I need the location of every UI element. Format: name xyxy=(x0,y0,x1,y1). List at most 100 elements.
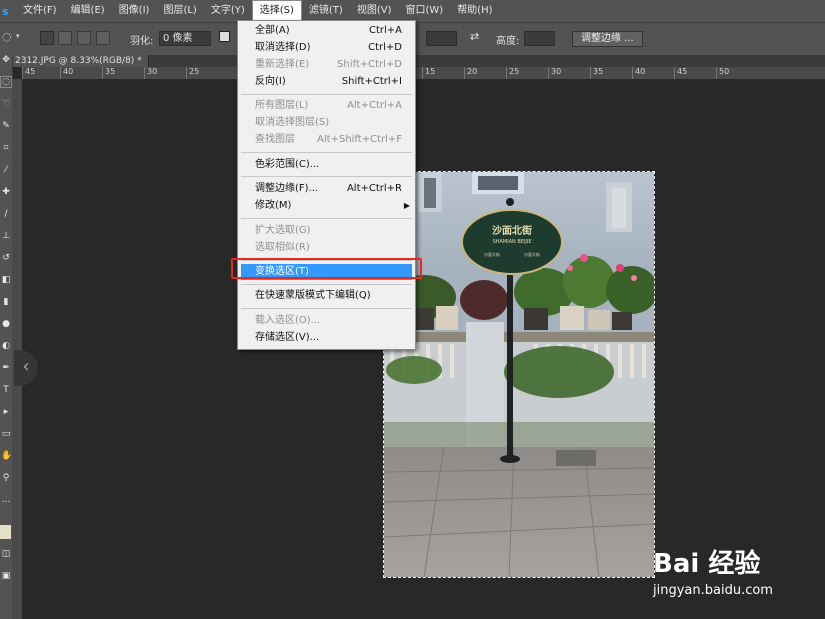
quick-mask-icon[interactable]: ◫ xyxy=(1,549,11,559)
foreground-color-swatch[interactable] xyxy=(0,525,11,539)
photoshop-logo: s xyxy=(2,4,9,18)
sign-title: 沙面北街 xyxy=(492,224,532,237)
brush-tool-icon[interactable]: / xyxy=(1,209,11,219)
menu-item-grow[interactable]: 扩大选取(G) xyxy=(238,223,415,239)
document-image[interactable]: 沙面北街 SHAMIAN BEIJIE 沙面大街 沙面大街 xyxy=(383,171,655,578)
document-tab-bar: 2312.JPG @ 8.33%(RGB/8) * xyxy=(12,55,825,67)
menu-item-similar[interactable]: 选取相似(R) xyxy=(238,240,415,256)
ruler-label: 45 xyxy=(674,67,687,79)
menu-filter[interactable]: 滤镜(T) xyxy=(302,0,350,22)
ruler-label: 35 xyxy=(102,67,115,79)
menu-item-reselect[interactable]: 重新选择(E) Shift+Ctrl+D xyxy=(238,57,415,73)
menu-edit[interactable]: 编辑(E) xyxy=(64,0,112,22)
ruler-label: 40 xyxy=(60,67,73,79)
ruler-label: 40 xyxy=(632,67,645,79)
blur-tool-icon[interactable]: ● xyxy=(1,319,11,329)
sign-direction-left: 沙面大街 xyxy=(484,251,500,257)
menu-layer[interactable]: 图层(L) xyxy=(156,0,203,22)
menu-separator xyxy=(241,218,412,219)
clone-stamp-icon[interactable]: ⊥ xyxy=(1,231,11,241)
ruler-label: 50 xyxy=(716,67,729,79)
adjust-edge-button[interactable]: 调整边缘 ... xyxy=(572,31,643,47)
marquee-tool-icon[interactable]: ◌ xyxy=(0,76,12,88)
menu-item-find-layers[interactable]: 查找图层 Alt+Shift+Ctrl+F xyxy=(238,132,415,148)
shape-tool-icon[interactable]: ▭ xyxy=(1,429,11,439)
healing-brush-icon[interactable]: ✚ xyxy=(1,187,11,197)
swap-icon[interactable]: ⇄ xyxy=(470,30,479,43)
feather-input[interactable]: 0 像素 xyxy=(159,31,211,46)
screen-mode-icon[interactable]: ▣ xyxy=(1,571,11,581)
menu-item-select-all[interactable]: 全部(A) Ctrl+A xyxy=(238,23,415,39)
menu-separator xyxy=(241,284,412,285)
menu-item-deselect-layers[interactable]: 取消选择图层(S) xyxy=(238,115,415,131)
eyedropper-icon[interactable]: ⁄ xyxy=(1,165,11,175)
zoom-tool-icon[interactable]: ⚲ xyxy=(1,473,11,483)
crop-tool-icon[interactable]: ⌗ xyxy=(1,143,11,153)
type-tool-icon[interactable]: T xyxy=(1,385,11,395)
menu-separator xyxy=(241,94,412,95)
menu-separator xyxy=(241,152,412,153)
ruler-label: 15 xyxy=(422,67,435,79)
menu-help[interactable]: 帮助(H) xyxy=(450,0,499,22)
menu-item-save-selection[interactable]: 存储选区(V)... xyxy=(238,330,415,346)
menu-item-all-layers[interactable]: 所有图层(L) Alt+Ctrl+A xyxy=(238,98,415,114)
ruler-label: 25 xyxy=(186,67,199,79)
ruler-label: 35 xyxy=(590,67,603,79)
new-selection-button[interactable] xyxy=(40,31,54,45)
chevron-down-icon[interactable]: ▾ xyxy=(16,32,20,40)
height-input[interactable] xyxy=(524,31,555,46)
add-selection-button[interactable] xyxy=(58,31,72,45)
menu-item-inverse[interactable]: 反向(I) Shift+Ctrl+I xyxy=(238,74,415,90)
watermark-url: jingyan.baidu.com xyxy=(653,583,773,598)
eraser-icon[interactable]: ◧ xyxy=(1,275,11,285)
path-select-icon[interactable]: ▸ xyxy=(1,407,11,417)
menu-window[interactable]: 窗口(W) xyxy=(398,0,450,22)
lasso-tool-icon[interactable]: ➰ xyxy=(1,99,12,109)
menu-separator xyxy=(241,308,412,309)
quick-select-icon[interactable]: ✎ xyxy=(1,121,11,131)
menu-item-quick-mask[interactable]: 在快速蒙版模式下编辑(Q) xyxy=(238,288,415,304)
width-input[interactable] xyxy=(426,31,457,46)
subtract-selection-button[interactable] xyxy=(77,31,91,45)
menu-item-color-range[interactable]: 色彩范围(C)... xyxy=(238,157,415,173)
hand-tool-icon[interactable]: ✋ xyxy=(1,451,12,461)
watermark-brand: Bai 经验 xyxy=(653,549,761,579)
gradient-tool-icon[interactable]: ▮ xyxy=(1,297,11,307)
dodge-tool-icon[interactable]: ◐ xyxy=(1,341,11,351)
menu-view[interactable]: 视图(V) xyxy=(350,0,399,22)
submenu-arrow-icon: ▶ xyxy=(403,201,410,210)
feather-label: 羽化: xyxy=(130,36,154,47)
ruler-label: 20 xyxy=(464,67,477,79)
menu-item-refine-edge[interactable]: 调整边缘(F)... Alt+Ctrl+R xyxy=(238,181,415,197)
select-menu-dropdown: 全部(A) Ctrl+A 取消选择(D) Ctrl+D 重新选择(E) Shift+C… xyxy=(237,20,416,350)
photo-illustration: 沙面北街 SHAMIAN BEIJIE 沙面大街 沙面大街 xyxy=(384,172,654,577)
menu-type[interactable]: 文字(Y) xyxy=(204,0,252,22)
ruler-label: 25 xyxy=(506,67,519,79)
menu-item-transform-selection[interactable]: 变换选区(T) xyxy=(241,264,412,280)
menu-file[interactable]: 文件(F) xyxy=(16,0,64,22)
ruler-label: 45 xyxy=(22,67,35,79)
menu-separator xyxy=(241,260,412,261)
marquee-ellipse-icon[interactable]: ◌ xyxy=(2,30,12,43)
more-tools-icon[interactable]: … xyxy=(1,495,11,505)
menu-select[interactable]: 选择(S) xyxy=(251,0,302,22)
height-label: 高度: xyxy=(496,36,520,47)
menu-image[interactable]: 图像(I) xyxy=(112,0,157,22)
anti-alias-checkbox[interactable] xyxy=(219,31,230,42)
history-brush-icon[interactable]: ↺ xyxy=(1,253,11,263)
menu-bar: s 文件(F) 编辑(E) 图像(I) 图层(L) 文字(Y) 选择(S) 滤镜… xyxy=(0,0,825,22)
menu-item-load-selection[interactable]: 载入选区(O)... xyxy=(238,313,415,329)
intersect-selection-button[interactable] xyxy=(96,31,110,45)
sign-subtitle: SHAMIAN BEIJIE xyxy=(492,239,531,245)
menu-item-deselect[interactable]: 取消选择(D) Ctrl+D xyxy=(238,40,415,56)
document-tab-title: 2312.JPG @ 8.33%(RGB/8) * xyxy=(15,56,142,66)
menu-item-modify[interactable]: 修改(M) ▶ xyxy=(238,198,415,214)
document-tab[interactable]: 2312.JPG @ 8.33%(RGB/8) * xyxy=(12,55,149,67)
pen-tool-icon[interactable]: ✒ xyxy=(1,363,11,373)
menu-separator xyxy=(241,176,412,177)
sign-direction-right: 沙面大街 xyxy=(524,251,540,257)
ruler-label: 30 xyxy=(144,67,157,79)
move-tool-icon[interactable]: ✥ xyxy=(1,55,11,65)
baidu-jingyan-watermark: Bai 经验 jingyan.baidu.com xyxy=(635,543,805,605)
ruler-label: 30 xyxy=(548,67,561,79)
